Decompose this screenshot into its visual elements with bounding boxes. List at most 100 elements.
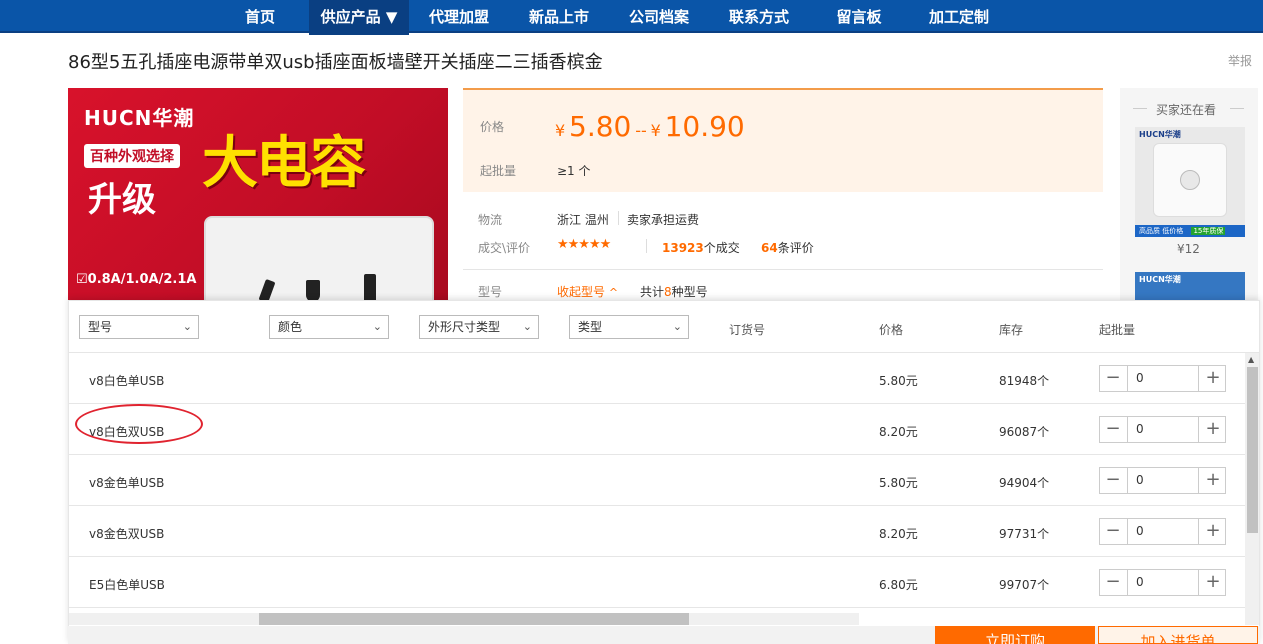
minus-button[interactable]: − <box>1100 519 1126 544</box>
chevron-down-icon: ⌄ <box>372 320 382 333</box>
minus-button[interactable]: − <box>1100 366 1126 391</box>
product-main-image[interactable]: HUCN华潮 百种外观选择 升级 大电容 ☑0.8A/1.0A/2.1A <box>68 88 448 300</box>
thumb-badge-text: 高品质 低价格 <box>1139 227 1184 235</box>
sku-selection-panel: 型号 ⌄ 颜色 ⌄ 外形尺寸类型 ⌄ 类型 ⌄ 订货号 价格 库存 起批量 v8白色单U… <box>68 300 1260 644</box>
scroll-up-icon[interactable]: ▲ <box>1248 355 1254 364</box>
model-total-prefix: 共计 <box>640 285 665 299</box>
table-row: v8金色双USB 8.20元 97731个 − 0 + <box>69 506 1245 557</box>
plus-button[interactable]: + <box>1200 468 1226 493</box>
row-model: v8白色单USB <box>89 374 165 388</box>
model-label: 型号 <box>478 285 503 299</box>
scrollbar-thumb[interactable] <box>1247 367 1258 533</box>
moq-value: ≥1 个 <box>557 164 591 178</box>
row-model: v8金色双USB <box>89 527 165 541</box>
quantity-input[interactable]: 0 <box>1127 468 1199 493</box>
image-tag: 百种外观选择 <box>84 144 180 168</box>
quantity-stepper: − 0 + <box>1099 569 1226 596</box>
socket-illustration <box>204 216 434 300</box>
product-title: 86型5五孔插座电源带单双usb插座面板墙壁开关插座二三插香槟金 <box>68 52 603 73</box>
buy-now-button[interactable]: 立即订购 <box>935 626 1095 644</box>
row-stock: 96087个 <box>999 425 1050 439</box>
price-low: 5.80 <box>569 110 632 143</box>
chevron-down-icon: ⌄ <box>182 320 192 333</box>
plus-button[interactable]: + <box>1200 519 1226 544</box>
thumb-logo: HUCN华潮 <box>1139 130 1181 139</box>
price-panel: 价格 ¥ 5.80 -- ¥ 10.90 起批量 ≥1 个 <box>463 88 1103 192</box>
row-stock: 81948个 <box>999 374 1050 388</box>
filter-model-select[interactable]: 型号 ⌄ <box>79 315 199 339</box>
highlight-circle <box>75 404 203 444</box>
nav-home[interactable]: 首页 <box>225 0 295 35</box>
chevron-down-icon: ⌄ <box>672 320 682 333</box>
nav-message-board[interactable]: 留言板 <box>824 0 894 35</box>
quantity-stepper: − 0 + <box>1099 416 1226 443</box>
collapse-models-link[interactable]: 收起型号 ^ <box>557 283 618 300</box>
thumb-badge: 高品质 低价格 15年质保 <box>1135 225 1245 237</box>
filter-label: 颜色 <box>278 320 303 334</box>
filter-size-select[interactable]: 外形尺寸类型 ⌄ <box>419 315 539 339</box>
table-row: E5白色单USB 6.80元 99707个 − 0 + <box>69 557 1245 608</box>
deal-count-suffix: 个成交 <box>703 241 740 255</box>
plus-button[interactable]: + <box>1200 570 1226 595</box>
nav-products[interactable]: 供应产品 ▼ <box>309 0 409 35</box>
price-label: 价格 <box>480 120 505 134</box>
deals-label: 成交\评价 <box>478 241 531 255</box>
row-model: E5白色单USB <box>89 578 165 592</box>
socket-hole <box>306 280 320 300</box>
table-row: v8白色双USB 8.20元 96087个 − 0 + <box>69 404 1245 455</box>
price-range: ¥ 5.80 -- ¥ 10.90 <box>555 110 745 143</box>
thumb-badge-warranty: 15年质保 <box>1191 227 1226 235</box>
review-count[interactable]: 64条评价 <box>761 239 814 256</box>
column-header-stock: 库存 <box>999 323 1024 337</box>
row-model: v8金色单USB <box>89 476 165 490</box>
minus-button[interactable]: − <box>1100 468 1126 493</box>
divider <box>1230 108 1244 109</box>
nav-contact[interactable]: 联系方式 <box>719 0 799 35</box>
nav-custom-processing[interactable]: 加工定制 <box>919 0 999 35</box>
moq-label: 起批量 <box>480 164 517 178</box>
plus-button[interactable]: + <box>1200 366 1226 391</box>
row-price: 6.80元 <box>879 578 918 592</box>
filter-color-select[interactable]: 颜色 ⌄ <box>269 315 389 339</box>
quantity-stepper: − 0 + <box>1099 365 1226 392</box>
chevron-up-icon: ^ <box>608 286 619 299</box>
quantity-input[interactable]: 0 <box>1127 366 1199 391</box>
column-header-moq: 起批量 <box>1099 323 1136 337</box>
brand-logo: HUCN华潮 <box>84 106 195 130</box>
column-header-order-no: 订货号 <box>729 323 766 337</box>
minus-button[interactable]: − <box>1100 417 1126 442</box>
currency-symbol: ¥ <box>555 121 566 140</box>
quantity-input[interactable]: 0 <box>1127 417 1199 442</box>
quantity-input[interactable]: 0 <box>1127 570 1199 595</box>
add-to-cart-button[interactable]: 加入进货单 <box>1098 626 1258 644</box>
nav-company-profile[interactable]: 公司档案 <box>619 0 699 35</box>
report-link[interactable]: 举报 <box>1228 52 1252 69</box>
quantity-input[interactable]: 0 <box>1127 519 1199 544</box>
scrollbar-thumb[interactable] <box>259 613 689 625</box>
nav-new-products[interactable]: 新品上市 <box>519 0 599 35</box>
divider <box>646 239 647 253</box>
minus-button[interactable]: − <box>1100 570 1126 595</box>
vertical-scrollbar[interactable]: ▲ <box>1245 353 1259 625</box>
recommend-thumbnail[interactable]: HUCN华潮 高品质 低价格 15年质保 <box>1135 127 1245 237</box>
filter-label: 型号 <box>88 320 113 334</box>
image-spec-text: ☑0.8A/1.0A/2.1A <box>76 272 197 287</box>
quantity-stepper: − 0 + <box>1099 467 1226 494</box>
recommend-thumbnail[interactable]: HUCN华潮 <box>1135 272 1245 300</box>
logistics-label: 物流 <box>478 213 503 227</box>
plus-button[interactable]: + <box>1200 417 1226 442</box>
filter-type-select[interactable]: 类型 ⌄ <box>569 315 689 339</box>
row-price: 8.20元 <box>879 425 918 439</box>
nav-agency[interactable]: 代理加盟 <box>419 0 499 35</box>
image-upgrade-text: 升级 <box>88 180 156 220</box>
model-total: 共计8种型号 <box>640 283 708 300</box>
deal-count: 13923个成交 <box>662 239 740 256</box>
row-stock: 94904个 <box>999 476 1050 490</box>
deal-count-number: 13923 <box>662 241 704 255</box>
image-headline: 大电容 <box>202 131 366 196</box>
row-price: 5.80元 <box>879 374 918 388</box>
review-count-suffix: 条评价 <box>777 241 814 255</box>
collapse-models-label: 收起型号 <box>557 285 606 299</box>
row-price: 8.20元 <box>879 527 918 541</box>
model-total-count: 8 <box>664 285 672 299</box>
